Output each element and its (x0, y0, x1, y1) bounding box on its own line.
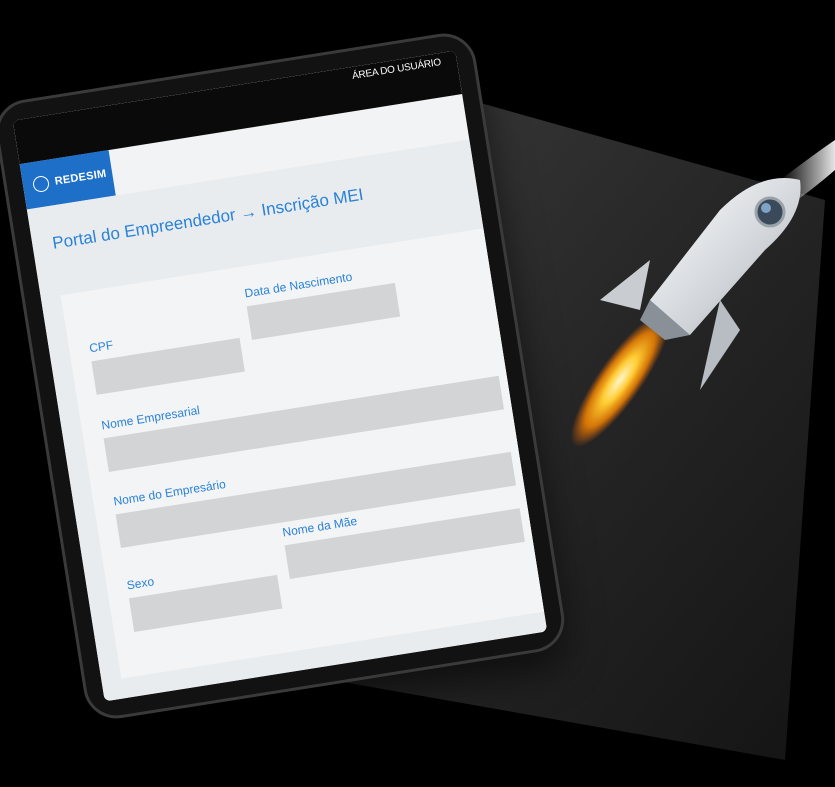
sex-label: Sexo (125, 574, 156, 593)
cpf-label: CPF (88, 337, 115, 356)
mei-form: CPF Data de Nascimento Nome Empresarial … (60, 228, 545, 679)
brand-name: REDESIM (53, 167, 108, 188)
user-area-link[interactable]: ÁREA DO USUÁRIO (351, 57, 441, 82)
cpf-input[interactable] (91, 337, 245, 395)
tablet-screen: ÁREA DO USUÁRIO REDESIM Portal do Empree… (12, 50, 548, 702)
company-name-input[interactable] (103, 375, 504, 472)
tablet-device: ÁREA DO USUÁRIO REDESIM Portal do Empree… (0, 32, 566, 720)
main-content: Portal do Empreendedor → Inscrição MEI C… (26, 139, 548, 702)
redesim-logo-icon (31, 174, 51, 194)
